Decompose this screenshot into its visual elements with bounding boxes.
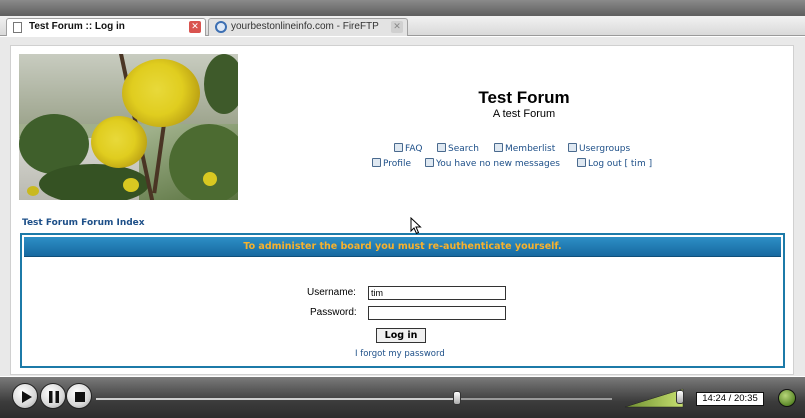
password-label: Password: [310, 307, 357, 318]
nav-memberlist-label: Memberlist [505, 144, 556, 154]
nav-usergroups-label: Usergroups [579, 144, 631, 154]
tab-label: Test Forum :: Log in [29, 21, 125, 32]
play-icon [22, 391, 32, 403]
faq-icon [394, 143, 403, 152]
nav-messages-label: You have no new messages [436, 159, 560, 169]
logout-icon [577, 158, 586, 167]
forgot-password-link[interactable]: I forgot my password [355, 349, 445, 359]
close-tab-icon[interactable]: ✕ [391, 21, 403, 33]
login-panel: To administer the board you must re-auth… [20, 233, 785, 368]
password-input[interactable] [368, 306, 506, 320]
seek-bar[interactable] [96, 398, 612, 400]
media-player-bar: 14:24 / 20:35 [0, 377, 805, 418]
profile-icon [372, 158, 381, 167]
close-tab-icon[interactable]: ✕ [189, 21, 201, 33]
forum-page: Test Forum A test Forum FAQ Search Membe… [10, 45, 794, 375]
pause-button[interactable] [40, 383, 66, 409]
nav-profile-label: Profile [383, 159, 411, 169]
seek-handle[interactable] [453, 391, 462, 405]
nav-usergroups[interactable]: Usergroups [568, 143, 630, 154]
seek-bar-progress [96, 398, 458, 400]
tab-test-forum-login[interactable]: Test Forum :: Log in ✕ [6, 18, 206, 36]
nav-messages[interactable]: You have no new messages [425, 158, 560, 169]
playback-time: 14:24 / 20:35 [696, 392, 764, 406]
username-label: Username: [307, 287, 356, 298]
mouse-pointer-icon [410, 217, 422, 235]
nav-logout-label: Log out [ tim ] [588, 159, 653, 169]
stop-icon [75, 392, 85, 402]
nav-profile[interactable]: Profile [372, 158, 411, 169]
messages-icon [425, 158, 434, 167]
nav-search[interactable]: Search [437, 143, 479, 154]
fireftp-icon [215, 21, 227, 33]
tab-strip: Test Forum :: Log in ✕ yourbestonlineinf… [0, 16, 805, 36]
nav-memberlist[interactable]: Memberlist [494, 143, 555, 154]
breadcrumb-forum-index[interactable]: Test Forum Forum Index [22, 218, 145, 228]
volume-handle[interactable] [676, 390, 684, 404]
document-icon [13, 22, 22, 33]
tab-label: yourbestonlineinfo.com - FireFTP [231, 21, 379, 32]
usergroups-icon [568, 143, 577, 152]
play-button[interactable] [12, 383, 38, 409]
stop-button[interactable] [66, 383, 92, 409]
reauth-message: To administer the board you must re-auth… [243, 241, 562, 252]
nav-logout[interactable]: Log out [ tim ] [577, 158, 652, 169]
page-viewport: Test Forum A test Forum FAQ Search Membe… [0, 37, 805, 376]
login-button[interactable]: Log in [376, 328, 426, 343]
tab-fireftp[interactable]: yourbestonlineinfo.com - FireFTP ✕ [208, 18, 408, 36]
pause-icon [49, 391, 59, 403]
site-title: Test Forum [478, 88, 570, 107]
header-rose-image [19, 54, 238, 200]
site-description: A test Forum [492, 108, 556, 120]
nav-faq[interactable]: FAQ [394, 143, 422, 154]
nav-faq-label: FAQ [405, 144, 423, 154]
search-icon [437, 143, 446, 152]
memberlist-icon [494, 143, 503, 152]
nav-search-label: Search [448, 144, 479, 154]
username-input[interactable]: tim [368, 286, 506, 300]
login-panel-header: To administer the board you must re-auth… [24, 237, 781, 257]
window-title-bar [0, 0, 805, 16]
globe-icon[interactable] [778, 389, 796, 407]
